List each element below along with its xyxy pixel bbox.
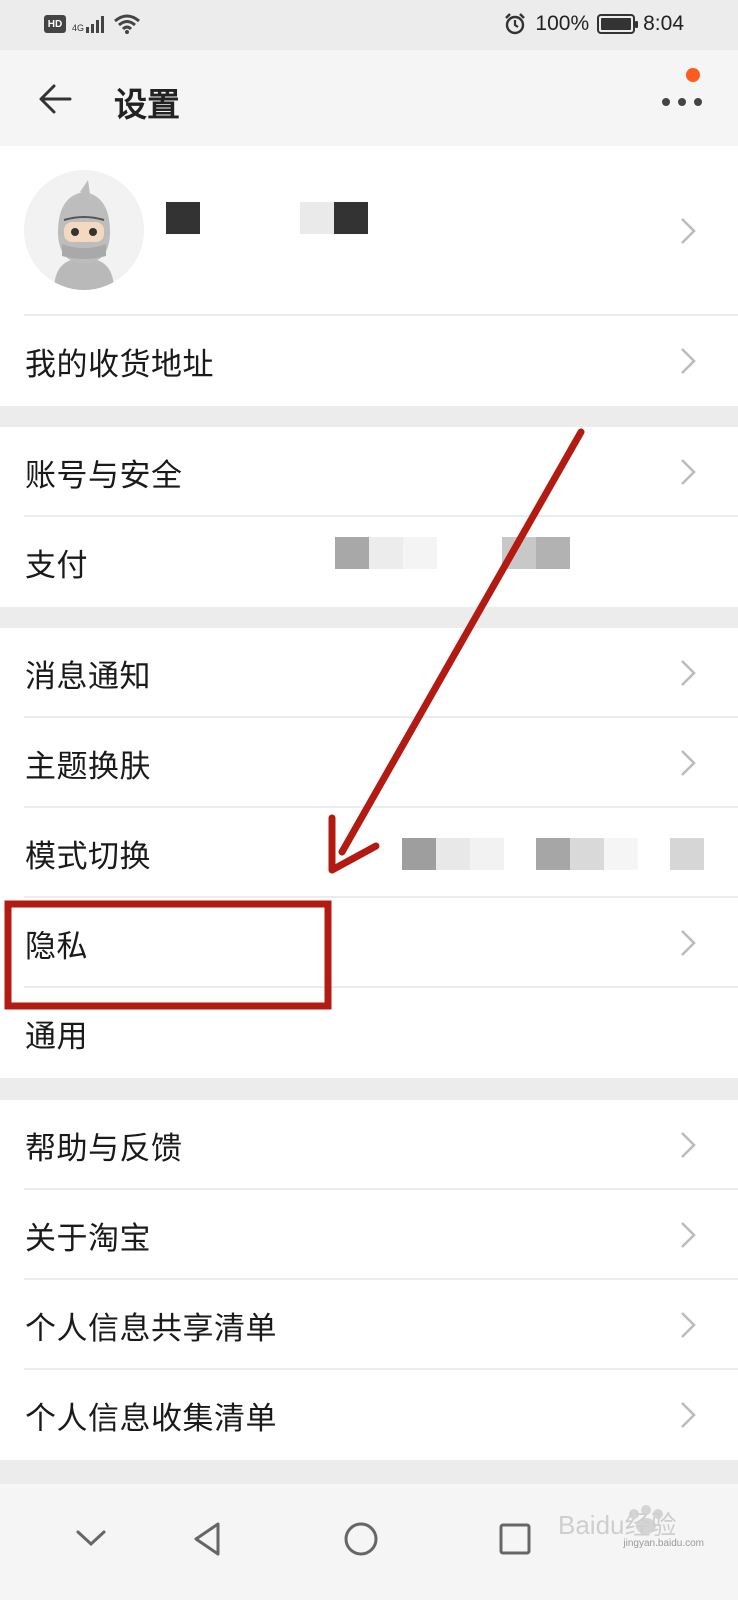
redacted-block bbox=[334, 202, 368, 234]
battery-fill bbox=[601, 18, 632, 30]
chevron-right-icon bbox=[681, 1402, 696, 1428]
chevron-right-icon bbox=[681, 348, 696, 374]
chevron-right-icon bbox=[681, 660, 696, 686]
settings-row-privacy[interactable]: 隐私 bbox=[0, 898, 738, 988]
avatar bbox=[24, 170, 144, 290]
settings-row[interactable]: 帮助与反馈 bbox=[0, 1100, 738, 1190]
settings-row-label: 帮助与反馈 bbox=[25, 1130, 183, 1167]
settings-row[interactable]: 关于淘宝 bbox=[0, 1190, 738, 1280]
chevron-right-icon bbox=[681, 750, 696, 776]
nav-recents-button[interactable] bbox=[490, 1514, 540, 1564]
redacted-block bbox=[502, 537, 536, 569]
redacted-username bbox=[166, 202, 200, 234]
status-right: 100% 8:04 bbox=[503, 12, 684, 36]
more-dot bbox=[678, 98, 686, 106]
settings-row-label: 隐私 bbox=[25, 928, 88, 965]
nav-back-button[interactable] bbox=[182, 1514, 232, 1564]
settings-row-label: 账号与安全 bbox=[25, 457, 183, 494]
settings-row[interactable]: 消息通知 bbox=[0, 628, 738, 718]
chevron-right-icon bbox=[681, 218, 696, 244]
redacted-block bbox=[436, 838, 470, 870]
settings-row[interactable]: 主题换肤 bbox=[0, 718, 738, 808]
wifi-icon bbox=[114, 14, 140, 34]
chevron-right-icon bbox=[681, 1312, 696, 1338]
group-account: 账号与安全 支付 bbox=[0, 427, 738, 607]
clock: 8:04 bbox=[643, 12, 684, 35]
settings-row[interactable]: 支付 bbox=[0, 517, 738, 607]
circle-home-icon bbox=[344, 1522, 378, 1556]
baidu-watermark: Baidu经验 bbox=[558, 1500, 708, 1560]
more-dot bbox=[694, 98, 702, 106]
settings-row[interactable]: 我的收货地址 bbox=[0, 316, 738, 406]
cell-signal: 4G bbox=[72, 15, 108, 33]
settings-row[interactable]: 账号与安全 bbox=[0, 427, 738, 517]
group-profile: 我的收货地址 bbox=[0, 146, 738, 406]
chevron-down-icon bbox=[76, 1530, 106, 1547]
settings-row[interactable]: 模式切换 bbox=[0, 808, 738, 898]
avatar-icon bbox=[24, 170, 144, 290]
settings-row-label: 关于淘宝 bbox=[25, 1220, 151, 1257]
alarm-icon bbox=[505, 13, 526, 35]
settings-row-label: 消息通知 bbox=[25, 658, 151, 695]
group-about: 帮助与反馈 关于淘宝 个人信息共享清单 个人信息收集清单 bbox=[0, 1100, 738, 1460]
hd-badge: HD bbox=[44, 15, 66, 33]
header: 设置 bbox=[0, 50, 738, 146]
group-preferences: 消息通知 主题换肤 模式切换 隐私 通用 bbox=[0, 628, 738, 1078]
chevron-right-icon bbox=[681, 459, 696, 485]
settings-row[interactable]: 个人信息收集清单 bbox=[0, 1370, 738, 1460]
settings-row-label: 支付 bbox=[25, 547, 88, 584]
chevron-right-icon bbox=[681, 1222, 696, 1248]
nav-home-button[interactable] bbox=[336, 1514, 386, 1564]
battery-icon bbox=[597, 14, 639, 34]
battery-percent: 100% bbox=[535, 12, 590, 35]
signal-icon bbox=[86, 16, 105, 33]
status-left: HD 4G bbox=[44, 14, 140, 34]
settings-row-label: 通用 bbox=[25, 1018, 88, 1055]
back-button[interactable] bbox=[30, 74, 80, 124]
notification-dot bbox=[686, 68, 700, 82]
watermark-brand: Baidu经验 bbox=[558, 1510, 677, 1540]
settings-row-label: 个人信息收集清单 bbox=[25, 1400, 277, 1437]
more-dot bbox=[662, 98, 670, 106]
chevron-right-icon bbox=[681, 1132, 696, 1158]
redacted-block bbox=[536, 537, 570, 569]
redacted-block bbox=[335, 537, 369, 569]
redacted-block bbox=[536, 838, 570, 870]
settings-row-label: 我的收货地址 bbox=[25, 346, 214, 383]
more-button[interactable] bbox=[658, 68, 708, 122]
settings-row[interactable]: 通用 bbox=[0, 988, 738, 1078]
settings-row-label: 主题换肤 bbox=[25, 748, 151, 785]
settings-row-label: 个人信息共享清单 bbox=[25, 1310, 277, 1347]
watermark-url: jingyan.baidu.com bbox=[623, 1538, 704, 1549]
settings-row[interactable]: 个人信息共享清单 bbox=[0, 1280, 738, 1370]
redacted-block bbox=[470, 838, 504, 870]
back-arrow-icon bbox=[39, 84, 72, 114]
redacted-block bbox=[604, 838, 638, 870]
square-recents-icon bbox=[499, 1523, 531, 1555]
nav-collapse-button[interactable] bbox=[66, 1514, 116, 1564]
status-bar: HD 4G 100% 8:04 bbox=[0, 0, 738, 50]
redacted-block bbox=[670, 838, 704, 870]
redacted-block bbox=[300, 202, 334, 234]
paw-logo-icon: Baidu经验 bbox=[558, 1505, 677, 1540]
settings-row-label: 模式切换 bbox=[25, 838, 151, 875]
redacted-block bbox=[403, 537, 437, 569]
profile-row[interactable] bbox=[0, 146, 738, 316]
redacted-block bbox=[570, 838, 604, 870]
page-title: 设置 bbox=[114, 85, 180, 124]
chevron-right-icon bbox=[681, 930, 696, 956]
redacted-block bbox=[369, 537, 403, 569]
triangle-back-icon bbox=[194, 1522, 220, 1556]
redacted-block bbox=[402, 838, 436, 870]
network-type: 4G bbox=[72, 23, 85, 33]
